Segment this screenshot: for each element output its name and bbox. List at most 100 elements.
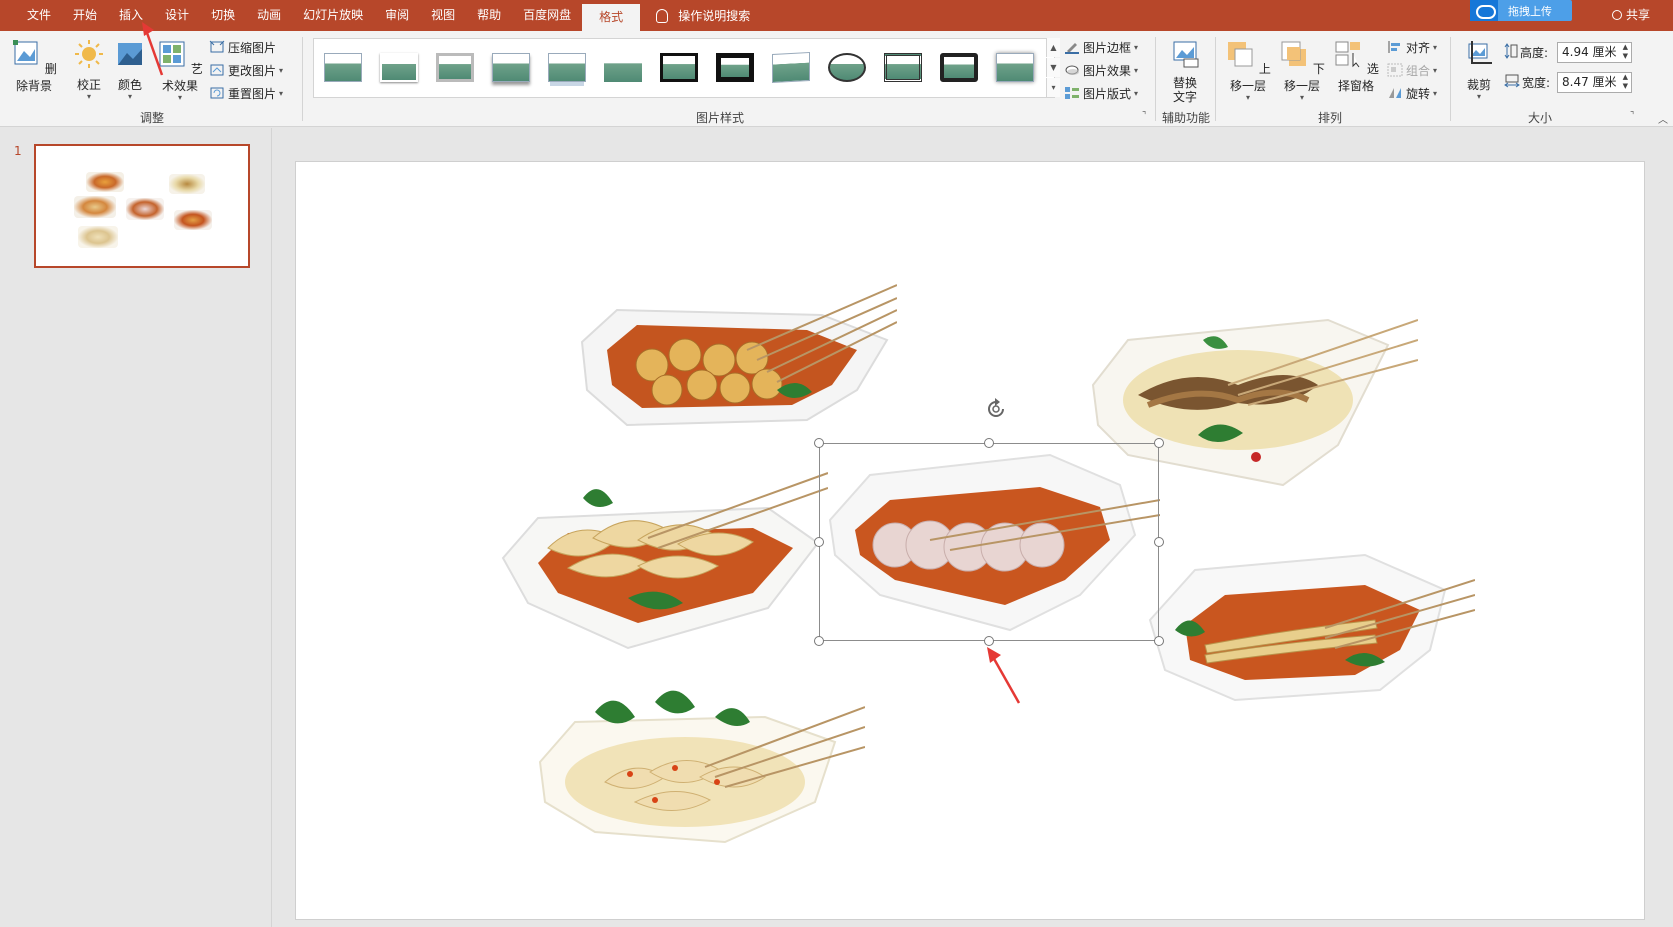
picture-style-thumb[interactable] bbox=[320, 48, 366, 88]
spinner-arrows-icon[interactable]: ▲ ▼ bbox=[1623, 73, 1628, 91]
ribbon-separator bbox=[1450, 37, 1451, 121]
rotate-handle-icon[interactable] bbox=[984, 397, 1008, 421]
sun-icon bbox=[75, 40, 103, 68]
tab-transitions[interactable]: 切换 bbox=[200, 0, 246, 31]
picture-effects-button[interactable]: 图片效果 ▾ bbox=[1064, 60, 1138, 80]
picture-layout-icon bbox=[1065, 87, 1079, 99]
align-button[interactable]: 对齐 ▾ bbox=[1387, 37, 1437, 57]
reset-picture-button[interactable]: 重置图片 ▾ bbox=[209, 83, 283, 103]
tab-view[interactable]: 视图 bbox=[420, 0, 466, 31]
picture-border-button[interactable]: 图片边框 ▾ bbox=[1064, 37, 1138, 57]
spinner-arrows-icon[interactable]: ▲ ▼ bbox=[1623, 43, 1628, 61]
corrections-label: 校正 bbox=[76, 78, 101, 92]
picture-style-thumb[interactable] bbox=[768, 48, 814, 88]
compress-pictures-button[interactable]: 压缩图片 bbox=[209, 37, 276, 57]
picture-style-thumb[interactable] bbox=[488, 48, 534, 88]
tab-home[interactable]: 开始 bbox=[62, 0, 108, 31]
tab-animations[interactable]: 动画 bbox=[246, 0, 292, 31]
rotate-label: 旋转 bbox=[1406, 86, 1431, 101]
resize-handle-top[interactable] bbox=[984, 438, 994, 448]
gallery-more[interactable]: ▾ bbox=[1046, 78, 1060, 97]
group-button[interactable]: 组合 ▾ bbox=[1387, 60, 1437, 80]
remove-background-button[interactable]: 删除背景 bbox=[8, 39, 60, 94]
group-label-adjust: 调整 bbox=[139, 111, 164, 125]
tab-help[interactable]: 帮助 bbox=[466, 0, 512, 31]
change-picture-button[interactable]: 更改图片 ▾ bbox=[209, 60, 283, 80]
picture-style-thumb[interactable] bbox=[376, 48, 422, 88]
picture-style-thumb[interactable] bbox=[880, 48, 926, 88]
collapse-ribbon-icon[interactable]: ︿ bbox=[1658, 111, 1668, 126]
chevron-down-icon: ▾ bbox=[86, 92, 91, 101]
dialog-launcher-icon[interactable]: ⌝ bbox=[1142, 111, 1146, 121]
baidu-cloud-icon bbox=[1470, 0, 1498, 21]
slide-thumbnail-pane: 1 bbox=[0, 128, 272, 927]
picture-style-thumb[interactable] bbox=[936, 48, 982, 88]
lightbulb-icon bbox=[656, 8, 669, 23]
food-plate-image[interactable] bbox=[567, 280, 897, 460]
width-input[interactable]: 8.47 厘米 ▲ ▼ bbox=[1557, 72, 1632, 93]
picture-style-thumb[interactable] bbox=[712, 48, 758, 88]
food-plate-image[interactable] bbox=[535, 672, 865, 852]
share-button[interactable]: 共享 bbox=[1612, 0, 1650, 31]
change-picture-icon bbox=[210, 64, 224, 76]
slide-thumbnail[interactable] bbox=[34, 144, 250, 268]
width-icon bbox=[1504, 74, 1520, 88]
resize-handle-top-right[interactable] bbox=[1154, 438, 1164, 448]
resize-handle-right[interactable] bbox=[1154, 537, 1164, 547]
tab-slideshow[interactable]: 幻灯片放映 bbox=[292, 0, 374, 31]
chevron-down-icon: ▾ bbox=[1433, 42, 1438, 52]
chevron-down-icon: ▾ bbox=[279, 65, 284, 75]
picture-layout-button[interactable]: 图片版式 ▾ bbox=[1064, 83, 1138, 103]
tab-file[interactable]: 文件 bbox=[16, 0, 62, 31]
crop-label: 裁剪 bbox=[1466, 78, 1491, 92]
resize-handle-bottom-left[interactable] bbox=[814, 636, 824, 646]
gallery-scroll-up[interactable]: ▲ bbox=[1046, 38, 1060, 57]
annotation-arrow-icon bbox=[987, 647, 1021, 704]
rotate-button[interactable]: 旋转 ▾ bbox=[1387, 83, 1437, 103]
chevron-down-icon: ▾ bbox=[1433, 65, 1438, 75]
food-plate-image[interactable] bbox=[498, 468, 828, 658]
crop-button[interactable]: 裁剪 ▾ bbox=[1458, 39, 1500, 101]
crop-icon bbox=[1468, 41, 1492, 64]
chevron-down-icon: ▾ bbox=[177, 93, 182, 102]
food-plate-image[interactable] bbox=[1145, 550, 1475, 720]
compress-pictures-label: 压缩图片 bbox=[228, 40, 277, 55]
picture-border-label: 图片边框 bbox=[1083, 40, 1132, 55]
gallery-scroll-down[interactable]: ▼ bbox=[1046, 58, 1060, 77]
resize-handle-top-left[interactable] bbox=[814, 438, 824, 448]
picture-style-thumb[interactable] bbox=[656, 48, 702, 88]
rotate-icon bbox=[1389, 88, 1401, 98]
group-icon bbox=[1387, 63, 1403, 77]
picture-style-thumb[interactable] bbox=[992, 48, 1038, 88]
tab-baidu-netdisk[interactable]: 百度网盘 bbox=[512, 0, 582, 31]
group-label: 组合 bbox=[1406, 63, 1431, 78]
chevron-down-icon: ▾ bbox=[1433, 88, 1438, 98]
picture-style-thumb[interactable] bbox=[824, 48, 870, 88]
resize-handle-left[interactable] bbox=[814, 537, 824, 547]
height-input[interactable]: 4.94 厘米 ▲ ▼ bbox=[1557, 42, 1632, 63]
corrections-button[interactable]: 校正 ▾ bbox=[72, 39, 106, 101]
height-icon bbox=[1504, 43, 1518, 59]
tell-me-label: 操作说明搜索 bbox=[678, 9, 751, 23]
bring-forward-button[interactable]: 上移一层 ▾ bbox=[1222, 39, 1274, 102]
change-picture-label: 更改图片 bbox=[228, 63, 277, 78]
tell-me-search[interactable]: 操作说明搜索 bbox=[656, 0, 750, 31]
chevron-down-icon: ▾ bbox=[1476, 92, 1481, 101]
alt-text-button[interactable]: 替换 文字 bbox=[1166, 39, 1204, 104]
selection-pane-button[interactable]: 选择窗格 bbox=[1330, 39, 1382, 94]
picture-style-thumb[interactable] bbox=[544, 48, 590, 88]
alt-text-label-line1: 替换 bbox=[1172, 76, 1197, 90]
picture-style-thumb[interactable] bbox=[600, 48, 646, 88]
resize-handle-bottom-right[interactable] bbox=[1154, 636, 1164, 646]
ribbon-tab-bar: 文件 开始 插入 设计 切换 动画 幻灯片放映 审阅 视图 帮助 百度网盘 格式… bbox=[0, 0, 1673, 31]
send-backward-button[interactable]: 下移一层 ▾ bbox=[1276, 39, 1328, 102]
drag-upload-button[interactable]: 拖拽上传 bbox=[1470, 0, 1572, 21]
tab-review[interactable]: 审阅 bbox=[374, 0, 420, 31]
tab-format[interactable]: 格式 bbox=[582, 4, 641, 31]
chevron-down-icon: ▾ bbox=[1134, 65, 1139, 75]
picture-style-thumb[interactable] bbox=[432, 48, 478, 88]
person-icon bbox=[1612, 9, 1622, 20]
height-label: 高度: bbox=[1520, 46, 1549, 60]
picture-styles-gallery bbox=[313, 38, 1055, 98]
dialog-launcher-icon[interactable]: ⌝ bbox=[1630, 111, 1634, 121]
